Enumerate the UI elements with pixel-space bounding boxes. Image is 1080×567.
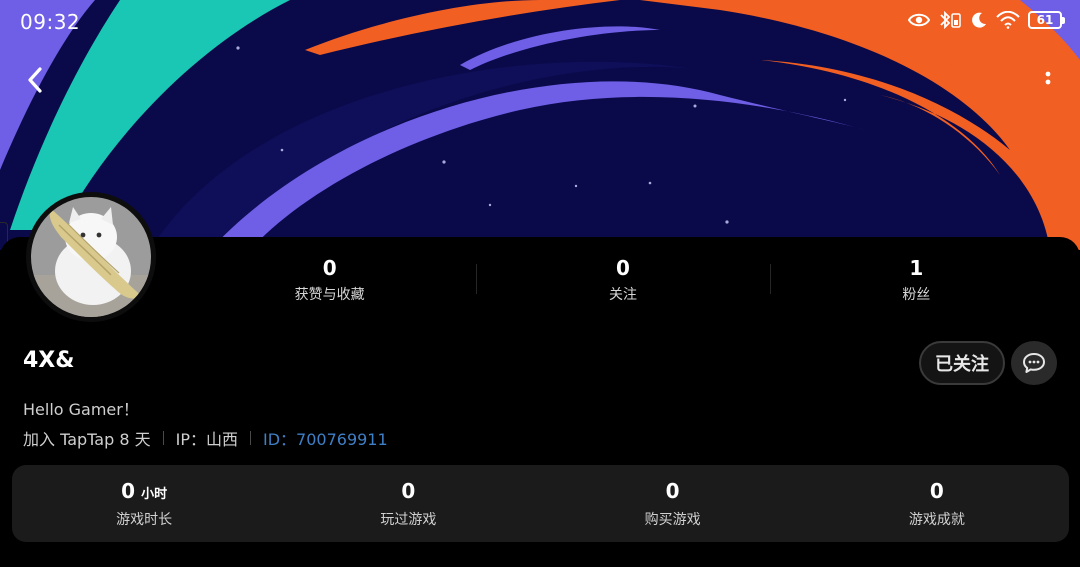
- meta-divider: [250, 431, 251, 445]
- user-id-link[interactable]: ID：700769911: [263, 426, 388, 450]
- gstat-value: 0: [401, 478, 416, 503]
- game-stats-card: 0 小时 游戏时长 0 玩过游戏 0 购买游戏 0 游戏成就: [12, 465, 1069, 542]
- more-vertical-icon: [1045, 71, 1051, 85]
- moon-icon: [970, 11, 988, 29]
- battery-icon: 61: [1028, 11, 1065, 29]
- back-button[interactable]: [18, 62, 52, 98]
- status-icons: 61: [908, 11, 1065, 29]
- chevron-left-icon: [28, 67, 42, 93]
- gstat-played[interactable]: 0 玩过游戏: [276, 465, 540, 542]
- bluetooth-icon: [938, 11, 962, 29]
- gstat-unit: 小时: [141, 486, 168, 502]
- profile-meta: 加入 TapTap 8 天 IP：山西 ID：700769911: [23, 426, 388, 450]
- following-button[interactable]: 已关注: [919, 341, 1005, 385]
- gstat-label: 游戏成就: [908, 511, 965, 528]
- gstat-value: 0: [665, 478, 680, 503]
- wifi-icon: [996, 11, 1020, 29]
- stat-likes[interactable]: 0 获赞与收藏: [183, 252, 476, 308]
- battery-level: 61: [1036, 13, 1054, 27]
- bio-text: Hello Gamer！: [23, 400, 139, 419]
- gstat-label: 游戏时长: [116, 511, 173, 528]
- more-options-button[interactable]: [1038, 66, 1058, 96]
- gstat-purchased[interactable]: 0 购买游戏: [541, 465, 805, 542]
- message-button[interactable]: [1011, 341, 1057, 385]
- gstat-label: 购买游戏: [644, 511, 701, 528]
- social-stats: 0 获赞与收藏 0 关注 1 粉丝: [183, 252, 1063, 308]
- stat-label: 获赞与收藏: [294, 287, 365, 303]
- chat-bubble-icon: [1023, 353, 1045, 373]
- avatar-image: [31, 197, 151, 317]
- eye-icon: [908, 12, 930, 28]
- gstat-value: 0: [121, 478, 136, 503]
- stat-label: 关注: [608, 287, 637, 303]
- stat-value: 0: [322, 256, 337, 280]
- stat-value: 0: [616, 256, 630, 280]
- gstat-achievements[interactable]: 0 游戏成就: [805, 465, 1069, 542]
- status-bar: 09:32 61: [0, 0, 1080, 44]
- gstat-label: 玩过游戏: [380, 511, 437, 528]
- stat-followers[interactable]: 1 粉丝: [769, 252, 1063, 308]
- username: 4X&: [23, 348, 75, 373]
- avatar[interactable]: [26, 192, 156, 322]
- stat-following[interactable]: 0 关注: [476, 252, 769, 308]
- gstat-value: 0: [929, 478, 944, 503]
- stat-label: 粉丝: [902, 287, 931, 303]
- gstat-playtime[interactable]: 0 小时 游戏时长: [12, 465, 276, 542]
- ip-location: IP：山西: [175, 430, 238, 449]
- stat-value: 1: [909, 256, 924, 280]
- meta-divider: [162, 431, 164, 445]
- joined-text: 加入 TapTap 8 天: [23, 430, 151, 449]
- status-time: 09:32: [20, 10, 81, 34]
